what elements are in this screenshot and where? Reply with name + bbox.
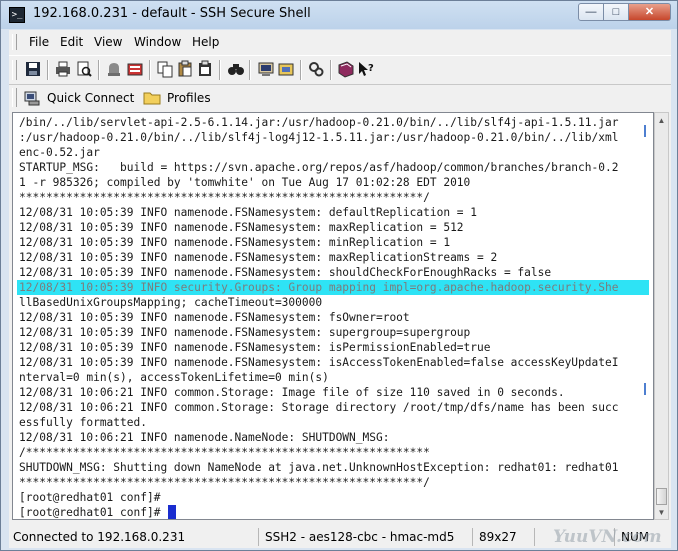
scroll-marker [644, 125, 646, 137]
toolbar-grip[interactable] [12, 60, 17, 80]
terminal-line: 12/08/31 10:05:39 INFO namenode.FSNamesy… [19, 341, 491, 354]
terminal-line: 12/08/31 10:05:39 INFO namenode.FSNamesy… [19, 251, 498, 264]
print-icon[interactable] [54, 60, 72, 78]
scroll-down-arrow-icon[interactable]: ▼ [655, 505, 668, 520]
menu-view[interactable]: View [94, 35, 122, 49]
terminal-scrollbar[interactable]: ▲ ▼ [654, 112, 669, 520]
ssh-window: >_ 192.168.0.231 - default - SSH Secure … [0, 0, 678, 551]
terminal-line: 12/08/31 10:06:21 INFO common.Storage: I… [19, 386, 565, 399]
disconnect-icon[interactable] [105, 60, 123, 78]
terminal-line: [root@redhat01 conf]# [19, 506, 161, 519]
quick-connect-button[interactable]: Quick Connect [23, 87, 134, 108]
scrollbar-thumb[interactable] [656, 488, 667, 505]
terminal-line: :/usr/hadoop-0.21.0/bin/../lib/slf4j-log… [19, 131, 619, 144]
cipher-status: SSH2 - aes128-cbc - hmac-md5 [261, 528, 473, 546]
terminal-line: /***************************************… [19, 446, 430, 459]
quick-connect-icon [23, 89, 41, 107]
paste-clipboard-icon[interactable] [196, 60, 214, 78]
quick-connect-label: Quick Connect [47, 90, 135, 105]
scroll-marker [644, 383, 646, 395]
toolbar-separator [47, 60, 49, 80]
terminal-line: STARTUP_MSG: build = https://svn.apache.… [19, 161, 619, 174]
minimize-button[interactable]: — [578, 3, 604, 21]
profile-settings-icon[interactable] [307, 60, 325, 78]
connection-status: Connected to 192.168.0.231 [9, 528, 259, 546]
scroll-up-arrow-icon[interactable]: ▲ [655, 113, 668, 128]
window-title: 192.168.0.231 - default - SSH Secure She… [33, 6, 311, 21]
terminal-app-icon: >_ [9, 7, 25, 23]
maximize-button[interactable]: □ [604, 3, 629, 21]
terminal-output[interactable]: /bin/../lib/servlet-api-2.5-6.1.14.jar:/… [12, 112, 654, 520]
toolbar: ? [9, 55, 671, 85]
paste-icon[interactable] [176, 60, 194, 78]
terminal-line: essfully formatted. [19, 416, 147, 429]
title-bar[interactable]: >_ 192.168.0.231 - default - SSH Secure … [1, 1, 677, 29]
menu-help[interactable]: Help [192, 35, 219, 49]
toolbar-separator [300, 60, 302, 80]
text-cursor [167, 505, 176, 519]
menu-edit[interactable]: Edit [60, 35, 83, 49]
toolbar-separator [98, 60, 100, 80]
profiles-button[interactable]: Profiles [143, 87, 211, 108]
profiles-label: Profiles [167, 90, 211, 105]
terminal-line: 12/08/31 10:06:21 INFO namenode.NameNode… [19, 431, 390, 444]
terminal-line: 12/08/31 10:05:39 INFO namenode.FSNamesy… [19, 311, 410, 324]
watermark-logo: YuuVN.com [553, 527, 662, 547]
terminal-line: 12/08/31 10:05:39 INFO namenode.FSNamesy… [19, 236, 451, 249]
toolbar2-grip[interactable] [12, 88, 17, 107]
whats-this-icon[interactable]: ? [357, 60, 375, 78]
settings-icon[interactable] [126, 60, 144, 78]
terminal-line: ****************************************… [19, 191, 430, 204]
app-frame: File Edit View Window Help ? Quick Conne… [9, 30, 671, 526]
menu-window[interactable]: Window [134, 35, 181, 49]
terminal-line: llBasedUnixGroupsMapping; cacheTimeout=3… [19, 296, 323, 309]
terminal-line: 12/08/31 10:05:39 INFO namenode.FSNamesy… [19, 206, 478, 219]
menu-file[interactable]: File [29, 35, 49, 49]
terminal-line: 12/08/31 10:06:21 INFO common.Storage: S… [19, 401, 619, 414]
menubar-grip[interactable] [12, 34, 17, 50]
toolbar-separator [219, 60, 221, 80]
svg-text:?: ? [368, 63, 374, 74]
help-topics-icon[interactable] [337, 60, 355, 78]
terminal-line: 12/08/31 10:05:39 INFO namenode.FSNamesy… [19, 221, 464, 234]
save-icon[interactable] [24, 60, 42, 78]
terminal-line: [root@redhat01 conf]# [19, 491, 161, 504]
terminal-line: 12/08/31 10:05:39 INFO security.Groups: … [17, 280, 649, 295]
terminal-line: 1 -r 985326; compiled by 'tomwhite' on T… [19, 176, 471, 189]
menu-bar: File Edit View Window Help [9, 30, 671, 54]
terminal-line: nterval=0 min(s), accessTokenLifetime=0 … [19, 371, 329, 384]
toolbar-separator [249, 60, 251, 80]
terminal-line: /bin/../lib/servlet-api-2.5-6.1.14.jar:/… [19, 116, 619, 129]
new-terminal-icon[interactable] [257, 60, 275, 78]
watermark-text: YuuVN.com [553, 527, 662, 547]
terminal-line: 12/08/31 10:05:39 INFO namenode.FSNamesy… [19, 266, 552, 279]
terminal-line: 12/08/31 10:05:39 INFO namenode.FSNamesy… [19, 356, 619, 369]
new-file-transfer-icon[interactable] [277, 60, 295, 78]
toolbar-separator [149, 60, 151, 80]
connection-toolbar: Quick Connect Profiles [9, 84, 671, 111]
print-preview-icon[interactable] [75, 60, 93, 78]
terminal-line: enc-0.52.jar [19, 146, 100, 159]
terminal-size-status: 89x27 [475, 528, 535, 546]
close-button[interactable]: ✕ [629, 3, 671, 21]
terminal-line: ****************************************… [19, 476, 430, 489]
terminal-line: SHUTDOWN_MSG: Shutting down NameNode at … [19, 461, 619, 474]
copy-icon[interactable] [156, 60, 174, 78]
toolbar-separator [330, 60, 332, 80]
folder-icon [143, 89, 161, 107]
find-icon[interactable] [227, 60, 245, 78]
window-controls: — □ ✕ [578, 3, 671, 21]
terminal-line: 12/08/31 10:05:39 INFO namenode.FSNamesy… [19, 326, 471, 339]
